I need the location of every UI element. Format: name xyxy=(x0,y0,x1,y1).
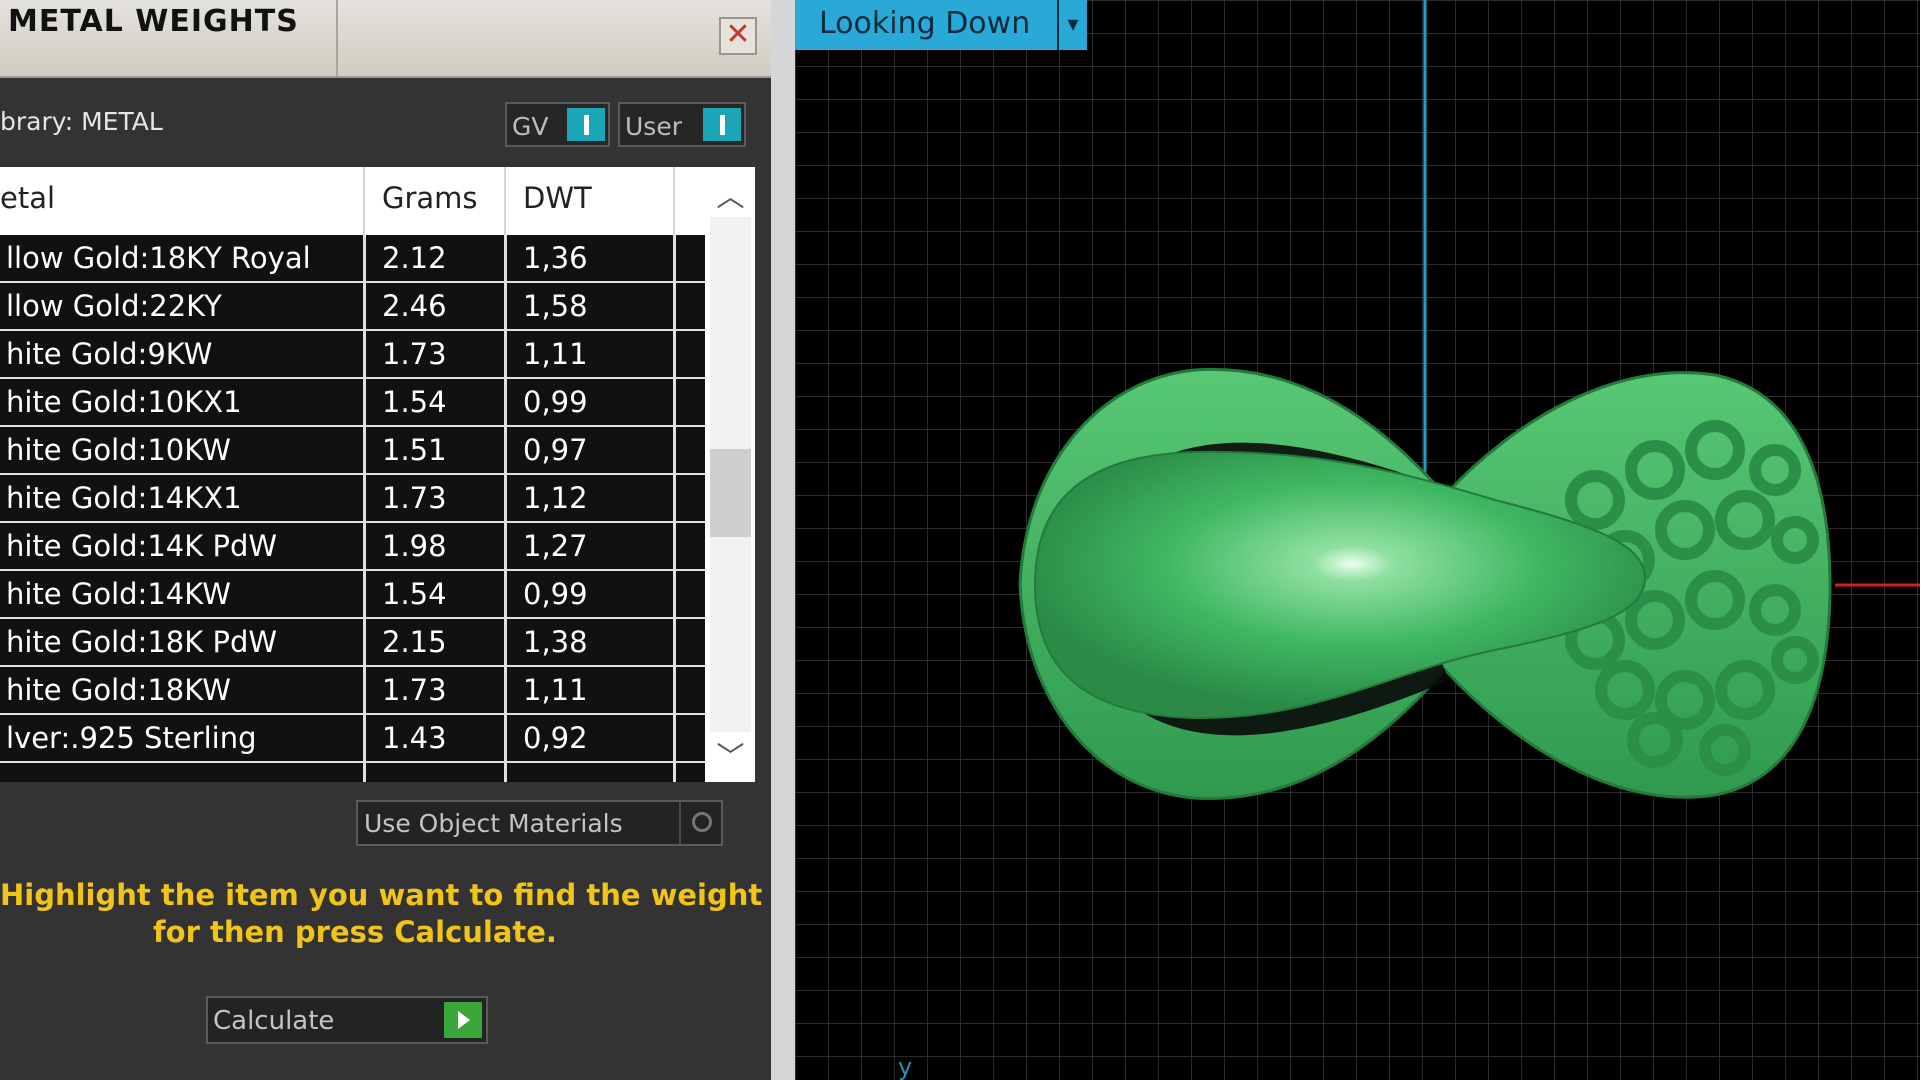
table-cell-grams: 2.15 xyxy=(382,625,447,659)
use-object-materials-label: Use Object Materials xyxy=(364,809,623,838)
calculate-button[interactable]: Calculate xyxy=(206,996,488,1044)
table-row[interactable]: lver:.925 Sterling 1.43 0,92 xyxy=(0,715,705,763)
table-cell-dwt: 1,11 xyxy=(523,337,588,371)
table-cell-dwt: 0,97 xyxy=(523,433,588,467)
use-object-materials-option[interactable]: Use Object Materials xyxy=(356,800,723,846)
table-cell-grams: 1.73 xyxy=(382,481,447,515)
scroll-thumb[interactable] xyxy=(710,449,751,537)
table-cell-grams: 1.43 xyxy=(382,721,447,755)
panel-splitter[interactable] xyxy=(771,0,795,1080)
user-toggle-label: User xyxy=(625,112,682,141)
table-cell-dwt: 1,12 xyxy=(523,481,588,515)
panel-title: METAL WEIGHTS xyxy=(8,4,299,39)
view-name: Looking Down xyxy=(819,6,1031,41)
y-axis-label: y xyxy=(898,1053,913,1080)
table-row[interactable]: hite Gold:9KW 1.73 1,11 xyxy=(0,331,705,379)
scroll-up-icon[interactable]: ︿ xyxy=(706,175,755,215)
table-row[interactable]: hite Gold:10KX1 1.54 0,99 xyxy=(0,379,705,427)
table-cell-dwt: 1,38 xyxy=(523,625,588,659)
table-cell-metal: hite Gold:10KW xyxy=(6,433,231,467)
table-cell-grams: 1.54 xyxy=(382,577,447,611)
view-selector[interactable]: Looking Down ▾ xyxy=(795,0,1087,50)
column-header-grams[interactable]: Grams xyxy=(382,181,478,215)
table-cell-metal: lver:.925 Sterling xyxy=(6,721,257,755)
table-cell-dwt: 1,36 xyxy=(523,241,588,275)
panel-titlebar: METAL WEIGHTS ✕ xyxy=(0,0,771,78)
viewport-canvas[interactable] xyxy=(795,0,1920,1080)
table-cell-metal: llow Gold:22KY xyxy=(6,289,222,323)
play-arrow-icon xyxy=(444,1002,482,1038)
table-cell-grams: 1.73 xyxy=(382,673,447,707)
table-cell-dwt: 0,99 xyxy=(523,577,588,611)
gv-toggle-switch-icon xyxy=(567,108,605,141)
hint-line-1: Highlight the item you want to find the … xyxy=(0,878,763,912)
table-cell-dwt: 0,92 xyxy=(523,721,588,755)
header-divider xyxy=(363,167,365,235)
calculate-label: Calculate xyxy=(213,1006,335,1036)
title-tab-edge xyxy=(336,0,338,76)
table-cell-metal: hite Gold:14K PdW xyxy=(6,529,278,563)
user-toggle-switch-icon xyxy=(703,108,741,141)
hint-line-2: for then press Calculate. xyxy=(153,915,557,949)
table-row[interactable]: hite Gold:14K PdW 1.98 1,27 xyxy=(0,523,705,571)
table-cell-grams: 1.98 xyxy=(382,529,447,563)
table-cell-dwt: 1,27 xyxy=(523,529,588,563)
table-cell-metal: hite Gold:18K PdW xyxy=(6,625,278,659)
table-cell-grams: 2.46 xyxy=(382,289,447,323)
table-row[interactable]: hite Gold:14KW 1.54 0,99 xyxy=(0,571,705,619)
table-body: llow Gold:18KY Royal 2.12 1,36 llow Gold:22… xyxy=(0,235,705,782)
header-divider xyxy=(504,167,506,235)
table-cell-metal: hite Gold:9KW xyxy=(6,337,213,371)
table-header: etal Grams DWT xyxy=(0,167,705,235)
table-row[interactable]: hite Gold:10KW 1.51 0,97 xyxy=(0,427,705,475)
library-label: brary: METAL xyxy=(0,107,163,136)
metal-table: etal Grams DWT llow Gold:18KY Royal 2.12 1… xyxy=(0,167,755,782)
user-toggle[interactable]: User xyxy=(618,102,746,147)
table-row[interactable]: llow Gold:18KY Royal 2.12 1,36 xyxy=(0,235,705,283)
option-separator xyxy=(679,802,681,844)
table-cell-metal: hite Gold:14KW xyxy=(6,577,231,611)
dropdown-arrow-icon[interactable]: ▾ xyxy=(1057,0,1087,50)
table-row[interactable]: llow Gold:22KY 2.46 1,58 xyxy=(0,283,705,331)
column-header-metal[interactable]: etal xyxy=(0,181,55,215)
table-cell-dwt: 1,58 xyxy=(523,289,588,323)
column-divider xyxy=(673,235,676,782)
scroll-down-icon[interactable]: ﹀ xyxy=(706,735,755,775)
column-divider xyxy=(504,235,507,782)
table-cell-metal: hite Gold:14KX1 xyxy=(6,481,242,515)
radio-circle-icon[interactable] xyxy=(692,812,712,832)
table-cell-grams: 1.54 xyxy=(382,385,447,419)
table-cell-metal: hite Gold:18KW xyxy=(6,673,231,707)
table-cell-metal: hite Gold:10KX1 xyxy=(6,385,242,419)
table-cell-grams: 2.12 xyxy=(382,241,447,275)
column-header-dwt[interactable]: DWT xyxy=(523,181,592,215)
table-row[interactable]: hite Gold:14KX1 1.73 1,12 xyxy=(0,475,705,523)
table-cell-dwt: 0,99 xyxy=(523,385,588,419)
gv-toggle-label: GV xyxy=(512,112,549,141)
table-cell-grams: 1.51 xyxy=(382,433,447,467)
table-cell-dwt: 1,11 xyxy=(523,673,588,707)
3d-viewport[interactable]: Looking Down ▾ y xyxy=(795,0,1920,1080)
close-icon: ✕ xyxy=(725,17,751,52)
table-scrollbar[interactable]: ︿ ﹀ xyxy=(706,167,755,782)
table-row[interactable]: hite Gold:18KW 1.73 1,11 xyxy=(0,667,705,715)
table-row[interactable]: hite Gold:18K PdW 2.15 1,38 xyxy=(0,619,705,667)
column-divider xyxy=(363,235,366,782)
gv-toggle[interactable]: GV xyxy=(505,102,610,147)
table-cell-metal: llow Gold:18KY Royal xyxy=(6,241,311,275)
metal-weights-panel: METAL WEIGHTS ✕ brary: METAL GV User eta… xyxy=(0,0,771,1080)
table-cell-grams: 1.73 xyxy=(382,337,447,371)
header-divider xyxy=(673,167,675,235)
close-button[interactable]: ✕ xyxy=(719,17,757,55)
